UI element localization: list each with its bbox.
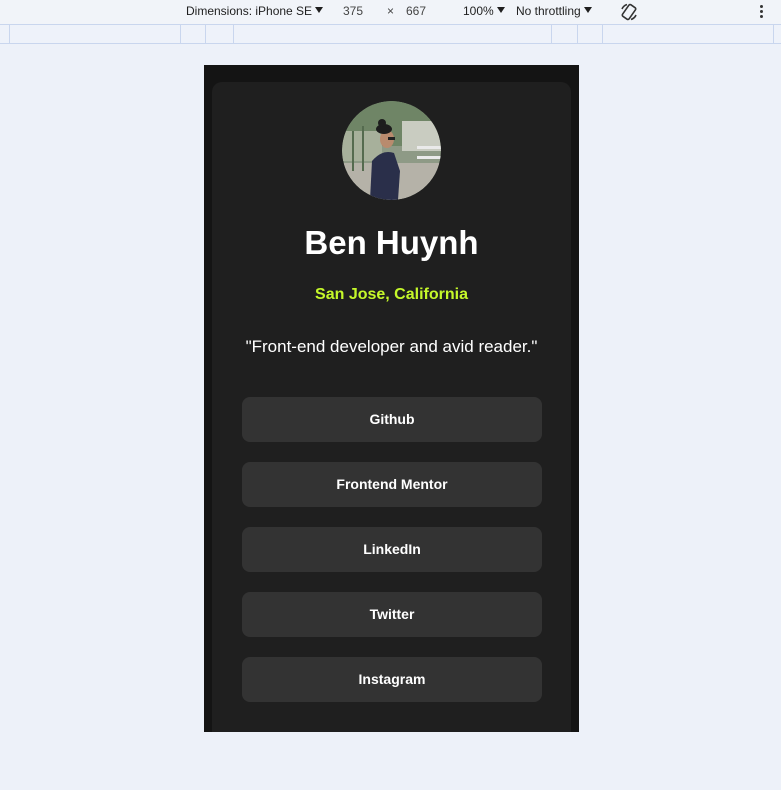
device-height-input[interactable]: 667 xyxy=(406,4,426,18)
github-link-button[interactable]: Github xyxy=(242,397,542,442)
devtools-toolbar: Dimensions: iPhone SE 375 × 667 100% No … xyxy=(0,0,781,25)
frontend-mentor-link-button[interactable]: Frontend Mentor xyxy=(242,462,542,507)
device-width-input[interactable]: 375 xyxy=(343,4,363,18)
zoom-select[interactable]: 100% xyxy=(463,4,505,18)
caret-down-icon xyxy=(583,7,592,13)
caret-down-icon xyxy=(315,7,324,13)
profile-bio: "Front-end developer and avid reader." xyxy=(245,337,538,356)
rotate-icon[interactable] xyxy=(619,2,639,22)
media-query-ruler[interactable] xyxy=(0,25,781,44)
avatar xyxy=(342,101,441,200)
dimensions-label: Dimensions: iPhone SE xyxy=(186,4,313,18)
throttling-select[interactable]: No throttling xyxy=(516,4,592,18)
zoom-label: 100% xyxy=(463,4,494,18)
linkedin-link-button[interactable]: LinkedIn xyxy=(242,527,542,572)
social-links: Github Frontend Mentor LinkedIn Twitter … xyxy=(242,397,542,722)
twitter-link-button[interactable]: Twitter xyxy=(242,592,542,637)
device-viewport: Ben Huynh San Jose, California "Front-en… xyxy=(204,65,579,732)
profile-name: Ben Huynh xyxy=(304,224,479,261)
device-dimensions-select[interactable]: Dimensions: iPhone SE xyxy=(186,4,324,18)
more-vert-icon[interactable] xyxy=(756,3,766,21)
throttling-label: No throttling xyxy=(516,4,581,18)
caret-down-icon xyxy=(496,7,505,13)
profile-card: Ben Huynh San Jose, California "Front-en… xyxy=(212,82,571,732)
times-separator: × xyxy=(387,4,395,18)
instagram-link-button[interactable]: Instagram xyxy=(242,657,542,702)
profile-location: San Jose, California xyxy=(315,286,468,303)
